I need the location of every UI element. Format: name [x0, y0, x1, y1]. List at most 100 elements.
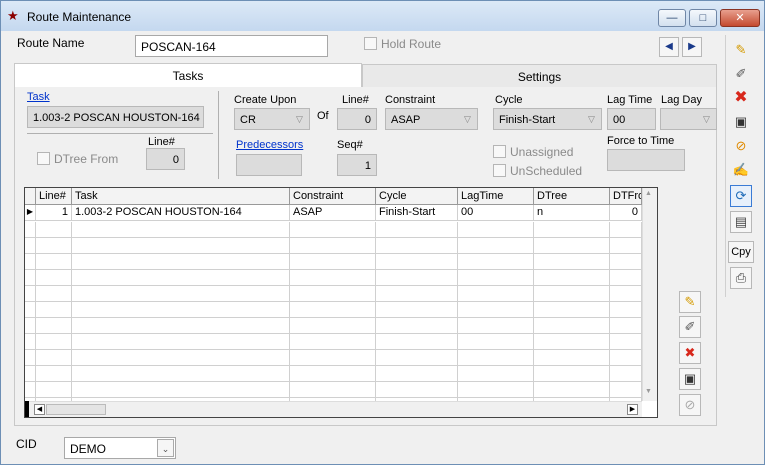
empty-cell[interactable]: [376, 254, 458, 269]
empty-cell[interactable]: [376, 366, 458, 381]
constraint-select[interactable]: ASAP ▽: [385, 108, 478, 130]
empty-cell[interactable]: [25, 382, 36, 397]
empty-cell[interactable]: [534, 238, 610, 253]
empty-table-row[interactable]: [25, 270, 642, 286]
empty-cell[interactable]: [376, 286, 458, 301]
unscheduled-checkbox[interactable]: [493, 164, 506, 177]
empty-cell[interactable]: [458, 222, 534, 237]
empty-cell[interactable]: [72, 334, 290, 349]
grid-cancel-button[interactable]: ⊘: [679, 394, 701, 416]
scroll-thumb[interactable]: [46, 404, 106, 415]
empty-cell[interactable]: [534, 382, 610, 397]
horizontal-scrollbar[interactable]: ◀ ▶: [25, 401, 642, 417]
empty-table-row[interactable]: [25, 366, 642, 382]
empty-cell[interactable]: [36, 286, 72, 301]
empty-table-row[interactable]: [25, 334, 642, 350]
empty-cell[interactable]: [458, 350, 534, 365]
empty-cell[interactable]: [458, 318, 534, 333]
empty-table-row[interactable]: [25, 254, 642, 270]
seq-field[interactable]: 1: [337, 154, 377, 176]
lag-time-field[interactable]: 00: [607, 108, 656, 130]
empty-cell[interactable]: [72, 350, 290, 365]
save-button[interactable]: ▣: [730, 111, 752, 133]
cycle-select[interactable]: Finish-Start ▽: [493, 108, 602, 130]
empty-cell[interactable]: [290, 334, 376, 349]
empty-cell[interactable]: [72, 222, 290, 237]
empty-cell[interactable]: [72, 270, 290, 285]
scroll-up-icon[interactable]: ▲: [645, 190, 652, 197]
empty-cell[interactable]: [72, 382, 290, 397]
empty-cell[interactable]: [376, 222, 458, 237]
empty-cell[interactable]: [72, 318, 290, 333]
column-header[interactable]: DTree: [534, 188, 610, 204]
empty-cell[interactable]: [72, 286, 290, 301]
empty-cell[interactable]: [610, 382, 642, 397]
dtree-from-checkbox[interactable]: [37, 152, 50, 165]
column-header[interactable]: Cycle: [376, 188, 458, 204]
next-record-button[interactable]: ▶: [682, 37, 702, 57]
grid-new-button[interactable]: ✎: [679, 291, 701, 313]
empty-cell[interactable]: [25, 302, 36, 317]
column-header[interactable]: Constraint: [290, 188, 376, 204]
empty-cell[interactable]: [610, 286, 642, 301]
route-name-input[interactable]: POSCAN-164: [135, 35, 328, 57]
report-button[interactable]: ▤: [730, 211, 752, 233]
empty-cell[interactable]: [534, 318, 610, 333]
empty-table-row[interactable]: [25, 382, 642, 398]
empty-cell[interactable]: [290, 222, 376, 237]
empty-cell[interactable]: [610, 270, 642, 285]
empty-cell[interactable]: [458, 286, 534, 301]
empty-cell[interactable]: [290, 382, 376, 397]
edit-button[interactable]: ✐: [730, 63, 752, 85]
grid-delete-button[interactable]: ✖: [679, 342, 701, 364]
empty-cell[interactable]: [376, 382, 458, 397]
cid-select[interactable]: DEMO ⌄: [64, 437, 176, 459]
grid-edit-button[interactable]: ✐: [679, 316, 701, 338]
scroll-right-icon[interactable]: ▶: [627, 404, 638, 415]
cell-line[interactable]: 1: [36, 205, 72, 220]
empty-cell[interactable]: [25, 334, 36, 349]
empty-cell[interactable]: [36, 254, 72, 269]
tasks-grid[interactable]: Line# Task Constraint Cycle LagTime DTre…: [24, 187, 658, 418]
empty-cell[interactable]: [290, 318, 376, 333]
empty-cell[interactable]: [458, 334, 534, 349]
empty-table-row[interactable]: [25, 318, 642, 334]
column-header[interactable]: LagTime: [458, 188, 534, 204]
force-to-time-field[interactable]: [607, 149, 685, 171]
empty-cell[interactable]: [458, 366, 534, 381]
line2-field[interactable]: 0: [337, 108, 377, 130]
empty-cell[interactable]: [25, 254, 36, 269]
notes-button[interactable]: ✍: [730, 159, 752, 181]
column-header[interactable]: DTFrom: [610, 188, 642, 204]
empty-table-row[interactable]: [25, 222, 642, 238]
minimize-button[interactable]: —: [658, 9, 686, 27]
empty-cell[interactable]: [36, 302, 72, 317]
empty-cell[interactable]: [458, 254, 534, 269]
cell-task[interactable]: 1.003-2 POSCAN HOUSTON-164: [72, 205, 290, 220]
empty-table-row[interactable]: [25, 350, 642, 366]
empty-cell[interactable]: [610, 302, 642, 317]
new-button[interactable]: ✎: [730, 39, 752, 61]
empty-cell[interactable]: [376, 350, 458, 365]
empty-cell[interactable]: [36, 222, 72, 237]
empty-cell[interactable]: [610, 318, 642, 333]
empty-cell[interactable]: [534, 302, 610, 317]
empty-cell[interactable]: [458, 302, 534, 317]
empty-cell[interactable]: [72, 254, 290, 269]
task-field[interactable]: 1.003-2 POSCAN HOUSTON-164: [27, 106, 204, 128]
empty-cell[interactable]: [290, 238, 376, 253]
empty-cell[interactable]: [290, 286, 376, 301]
empty-cell[interactable]: [25, 318, 36, 333]
tab-settings[interactable]: Settings: [362, 64, 717, 88]
empty-cell[interactable]: [72, 238, 290, 253]
empty-cell[interactable]: [534, 270, 610, 285]
empty-cell[interactable]: [376, 238, 458, 253]
copy-button[interactable]: Cpy: [728, 241, 754, 263]
close-button[interactable]: ✕: [720, 9, 760, 27]
empty-cell[interactable]: [36, 238, 72, 253]
empty-cell[interactable]: [36, 334, 72, 349]
cell-cycle[interactable]: Finish-Start: [376, 205, 458, 220]
empty-cell[interactable]: [25, 286, 36, 301]
scroll-left-icon[interactable]: ◀: [34, 404, 45, 415]
empty-cell[interactable]: [534, 222, 610, 237]
